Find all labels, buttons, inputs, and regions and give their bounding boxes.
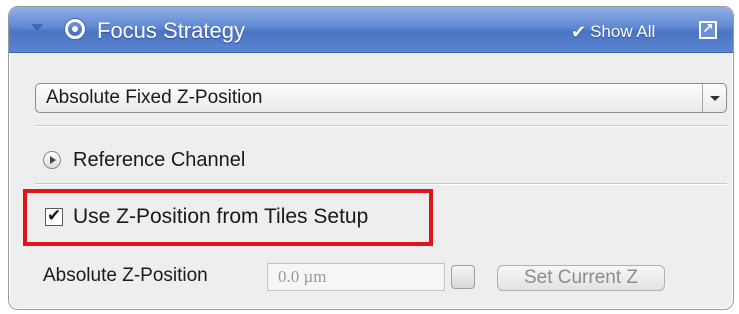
- reference-channel-label: Reference Channel: [73, 148, 246, 171]
- focus-strategy-panel: Focus Strategy ✔ Show All Absolute Fixed…: [8, 6, 734, 310]
- divider: [35, 183, 727, 185]
- set-current-z-button[interactable]: Set Current Z: [497, 265, 665, 291]
- panel-header[interactable]: Focus Strategy ✔ Show All: [9, 7, 733, 53]
- divider: [35, 125, 727, 127]
- absolute-z-input[interactable]: 0.0 µm: [267, 263, 445, 291]
- check-icon: ✔: [571, 21, 587, 42]
- use-tiles-z-label[interactable]: Use Z-Position from Tiles Setup: [73, 205, 368, 229]
- undock-icon[interactable]: [699, 20, 717, 39]
- show-all-toggle[interactable]: ✔ Show All: [571, 21, 655, 43]
- absolute-z-label: Absolute Z-Position: [43, 265, 208, 286]
- reference-channel-section[interactable]: Reference Channel: [43, 147, 245, 173]
- dropdown-arrow-icon[interactable]: [702, 84, 726, 112]
- use-tiles-z-checkbox[interactable]: [45, 206, 63, 226]
- expand-arrow-icon[interactable]: [43, 151, 61, 169]
- strategy-dropdown-value: Absolute Fixed Z-Position: [46, 87, 263, 108]
- absolute-z-stepper[interactable]: [451, 265, 475, 289]
- panel-title: Focus Strategy: [97, 18, 245, 43]
- show-all-label: Show All: [590, 22, 656, 41]
- strategy-dropdown[interactable]: Absolute Fixed Z-Position: [35, 83, 727, 113]
- chevron-down-icon[interactable]: [31, 24, 43, 31]
- focus-strategy-icon: [65, 19, 85, 39]
